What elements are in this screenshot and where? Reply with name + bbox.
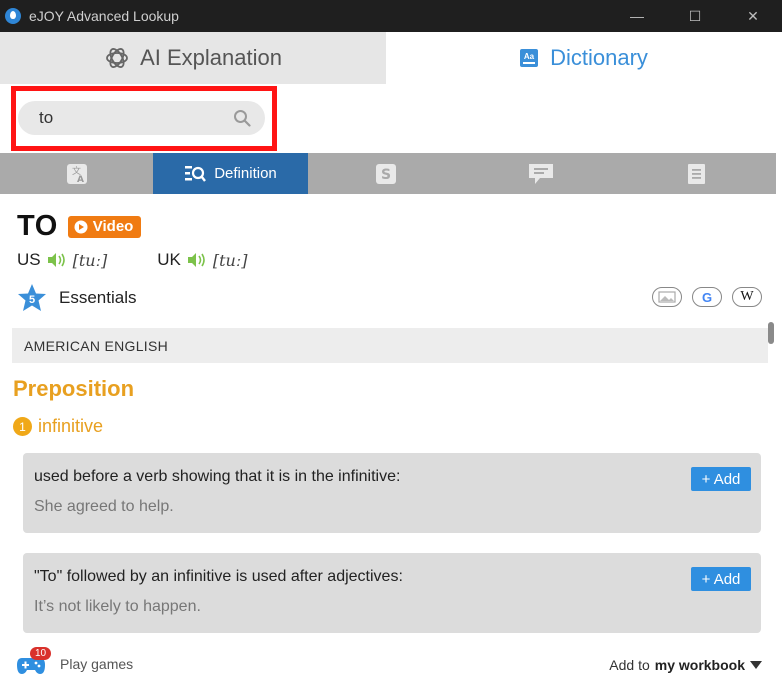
pronunciation-uk: UK [tuː]: [157, 250, 247, 270]
tab-translate[interactable]: 文 A: [0, 153, 153, 194]
add-definition-button[interactable]: + Add: [691, 567, 751, 591]
image-search-icon[interactable]: [652, 287, 682, 307]
comment-icon: [528, 163, 553, 184]
games-count-badge: 10: [30, 647, 52, 660]
tab-notes[interactable]: [618, 153, 776, 194]
lookup-tools: G W: [652, 287, 762, 307]
tab-dictionary[interactable]: Aa Dictionary: [386, 32, 780, 84]
headword: TO: [17, 210, 58, 242]
workbook-name: my workbook: [654, 657, 745, 673]
tab-synonyms[interactable]: S: [308, 153, 463, 194]
level-label: Essentials: [59, 288, 137, 307]
play-games-link[interactable]: Play games: [60, 656, 133, 672]
svg-text:A: A: [77, 175, 84, 185]
minimize-button[interactable]: —: [608, 0, 666, 32]
bottom-bar: 10 Play games Add to my workbook: [0, 640, 780, 682]
pron-region-label: UK: [157, 250, 181, 269]
pronunciation-row: US [tuː] UK [tuː]: [17, 250, 297, 270]
wikipedia-icon[interactable]: W: [732, 287, 762, 307]
svg-text:Aa: Aa: [524, 52, 535, 61]
pron-ipa: [tuː]: [212, 250, 248, 270]
document-icon: [688, 163, 705, 184]
tab-comments[interactable]: [463, 153, 618, 194]
tab-ai-explanation[interactable]: AI Explanation: [0, 32, 386, 84]
tab-definition-label: Definition: [214, 165, 277, 182]
speaker-icon[interactable]: [47, 252, 67, 268]
sense-label: infinitive: [38, 416, 104, 436]
speaker-icon[interactable]: [187, 252, 207, 268]
headword-row: TO Video: [17, 210, 142, 243]
definition-example: She agreed to help.: [34, 498, 174, 515]
title-bar: eJOY Advanced Lookup — ☐ ✕: [0, 0, 782, 32]
level-number: 5: [29, 294, 35, 306]
dictionary-book-icon: Aa: [520, 49, 539, 67]
chevron-down-icon: [750, 661, 762, 669]
search-box[interactable]: [18, 101, 265, 135]
add-to-workbook-button[interactable]: Add to my workbook: [609, 657, 762, 673]
level-row: 5 Essentials: [17, 283, 136, 313]
window-title: eJOY Advanced Lookup: [29, 8, 179, 24]
scrollbar-thumb[interactable]: [768, 322, 774, 344]
translate-icon: 文 A: [66, 163, 87, 185]
search-input[interactable]: [39, 108, 229, 128]
tab-ai-label: AI Explanation: [140, 45, 282, 70]
region-header: AMERICAN ENGLISH: [12, 328, 768, 363]
video-button[interactable]: Video: [67, 215, 142, 238]
sub-tabs: 文 A Definition S: [0, 153, 776, 194]
part-of-speech: Preposition: [13, 376, 135, 401]
definition-text: "To" followed by an infinitive is used a…: [34, 568, 403, 585]
top-tabs: AI Explanation Aa Dictionary: [0, 32, 780, 84]
definition-card: "To" followed by an infinitive is used a…: [23, 553, 761, 633]
add-definition-button[interactable]: + Add: [691, 467, 751, 491]
definition-card: used before a verb showing that it is in…: [23, 453, 761, 533]
tab-dictionary-label: Dictionary: [550, 45, 648, 70]
app-drop-icon: [5, 8, 21, 24]
star-level-icon: 5: [18, 284, 46, 311]
search-area: [0, 84, 780, 154]
workbook-prefix: Add to: [609, 657, 650, 673]
synonym-s-icon: S: [375, 163, 396, 184]
search-icon[interactable]: [233, 109, 251, 127]
video-label: Video: [92, 218, 134, 235]
window-controls: — ☐ ✕: [608, 0, 782, 32]
google-icon[interactable]: G: [692, 287, 722, 307]
definition-search-icon: [185, 165, 207, 182]
definition-content: TO Video US [tuː] UK [tuː] 5 Essentials …: [0, 194, 768, 682]
sense-row: 1 infinitive: [13, 416, 103, 437]
maximize-button[interactable]: ☐: [666, 0, 724, 32]
definition-example: It’s not likely to happen.: [34, 598, 201, 615]
svg-text:S: S: [380, 167, 390, 183]
pron-ipa: [tuː]: [72, 250, 108, 270]
pronunciation-us: US [tuː]: [17, 250, 107, 270]
video-icon: [74, 220, 88, 233]
sense-number: 1: [13, 417, 32, 436]
definition-text: used before a verb showing that it is in…: [34, 468, 401, 485]
pron-region-label: US: [17, 250, 41, 269]
ai-knot-icon: [106, 48, 128, 68]
close-button[interactable]: ✕: [724, 0, 782, 32]
tab-definition[interactable]: Definition: [153, 153, 308, 194]
